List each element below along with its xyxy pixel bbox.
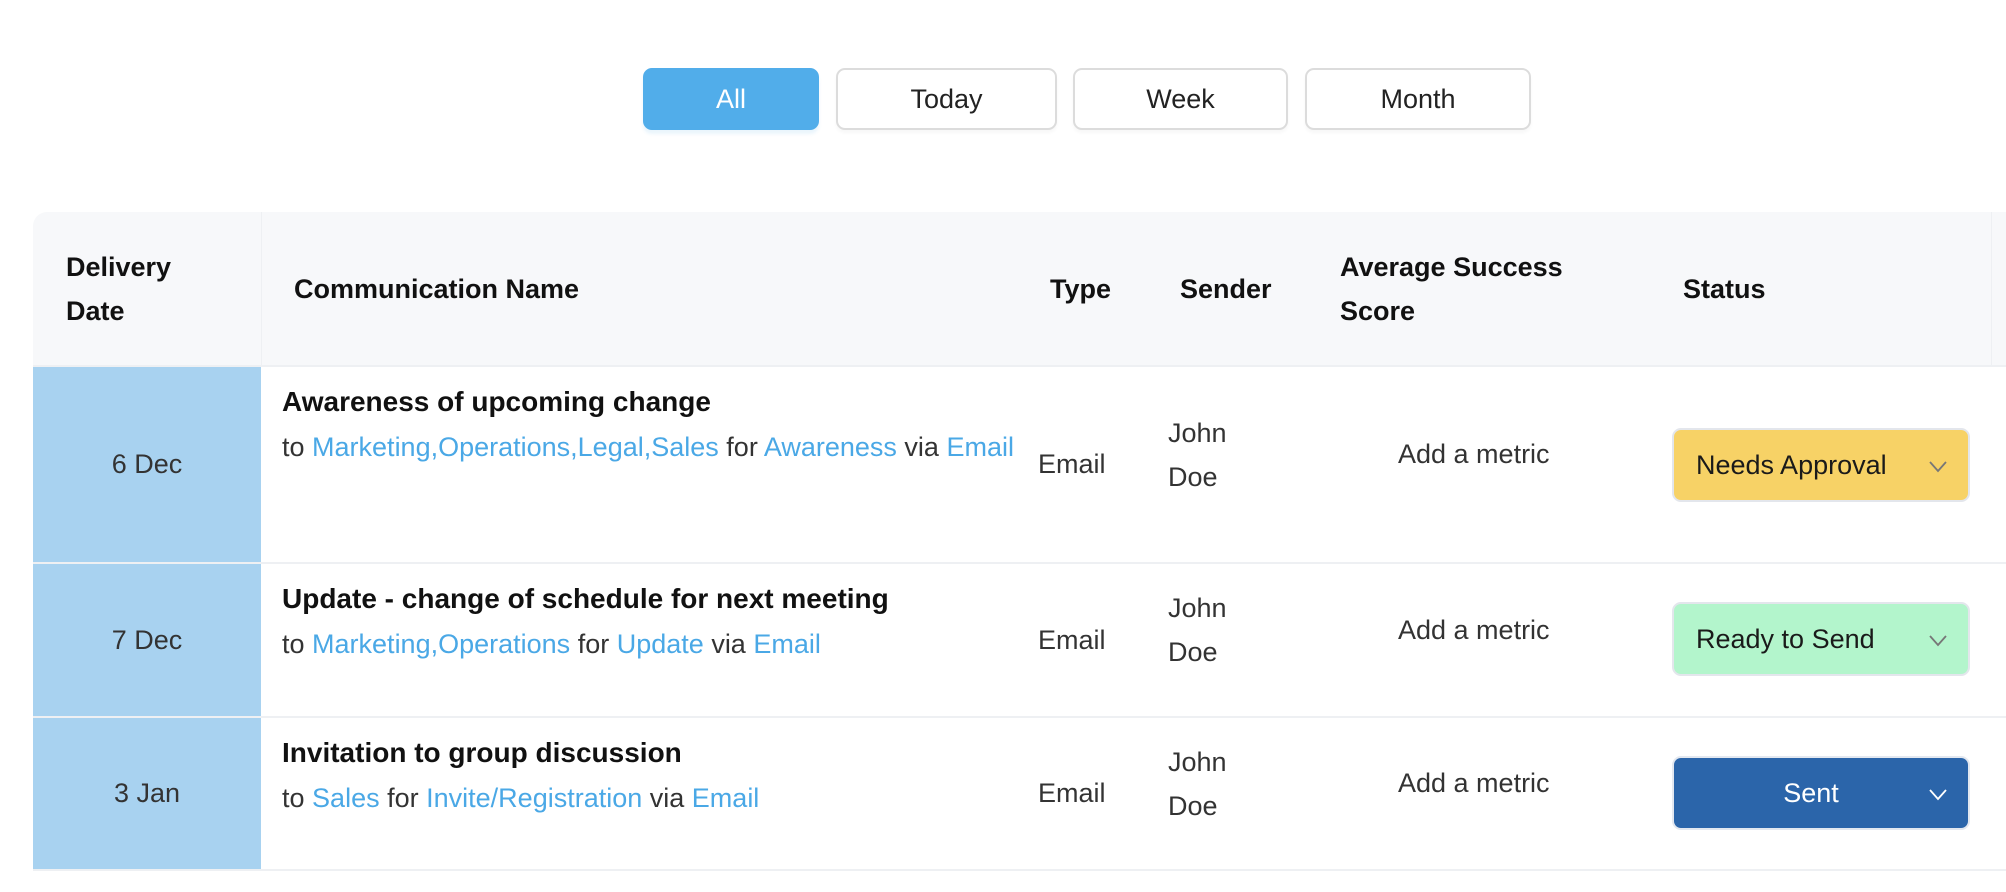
sender-cell: John Doe: [1168, 367, 1248, 562]
for-label: for: [726, 432, 758, 462]
header-status[interactable]: Status: [1683, 212, 1766, 365]
type-cell: Email: [1038, 624, 1106, 655]
communications-table: Delivery Date Communication Name Type Se…: [33, 212, 2006, 871]
channel-link[interactable]: Email: [692, 783, 760, 813]
header-delivery-date[interactable]: Delivery Date: [66, 212, 216, 365]
status-label: Sent: [1783, 777, 1839, 808]
add-metric-link[interactable]: Add a metric: [1398, 768, 1550, 799]
communication-name-cell: Update - change of schedule for next mee…: [282, 576, 1042, 666]
sender-name: John Doe: [1168, 593, 1227, 667]
communication-title[interactable]: Invitation to group discussion: [282, 730, 1042, 776]
purpose-link[interactable]: Update: [617, 629, 704, 659]
table-body: 6 Dec Awareness of upcoming change to Ma…: [33, 367, 2006, 871]
success-score-cell: Add a metric: [1398, 718, 1550, 869]
success-score-cell: Add a metric: [1398, 367, 1550, 562]
recipients-link[interactable]: Marketing,Operations: [312, 629, 570, 659]
status-dropdown[interactable]: Needs Approval: [1672, 428, 1970, 502]
communication-title[interactable]: Awareness of upcoming change: [282, 379, 1042, 425]
delivery-date-cell: 7 Dec: [33, 564, 261, 716]
status-label: Ready to Send: [1696, 623, 1875, 654]
sender-cell: John Doe: [1168, 718, 1248, 869]
for-label: for: [387, 783, 419, 813]
delivery-date-cell: 3 Jan: [33, 718, 261, 869]
for-label: for: [577, 629, 610, 659]
recipients-link[interactable]: Sales: [312, 783, 380, 813]
channel-link[interactable]: Email: [946, 432, 1014, 462]
table-row[interactable]: 3 Jan Invitation to group discussion to …: [33, 718, 2006, 871]
header-sender[interactable]: Sender: [1180, 212, 1272, 365]
to-label: to: [282, 432, 305, 462]
sender-name: John Doe: [1168, 746, 1227, 821]
communication-details: to Sales for Invite/Registration via Ema…: [282, 776, 1042, 820]
header-communication-name[interactable]: Communication Name: [294, 212, 579, 365]
via-label: via: [649, 783, 685, 813]
filter-week-button[interactable]: Week: [1073, 68, 1288, 130]
communication-title[interactable]: Update - change of schedule for next mee…: [282, 576, 1042, 622]
purpose-link[interactable]: Invite/Registration: [426, 783, 642, 813]
to-label: to: [282, 783, 305, 813]
to-label: to: [282, 629, 305, 659]
success-score-cell: Add a metric: [1398, 564, 1550, 716]
table-row[interactable]: 6 Dec Awareness of upcoming change to Ma…: [33, 367, 2006, 564]
chevron-down-icon: [1929, 461, 1947, 473]
communication-name-cell: Awareness of upcoming change to Marketin…: [282, 379, 1042, 469]
status-dropdown[interactable]: Sent: [1672, 756, 1970, 830]
delivery-date-cell: 6 Dec: [33, 367, 261, 562]
status-dropdown[interactable]: Ready to Send: [1672, 602, 1970, 676]
type-cell: Email: [1038, 449, 1106, 479]
communication-name-cell: Invitation to group discussion to Sales …: [282, 730, 1042, 820]
add-metric-link[interactable]: Add a metric: [1398, 615, 1550, 646]
table-row[interactable]: 7 Dec Update - change of schedule for ne…: [33, 564, 2006, 718]
header-type[interactable]: Type: [1050, 212, 1111, 365]
via-label: via: [904, 432, 939, 462]
header-divider: [261, 212, 262, 365]
table-header: Delivery Date Communication Name Type Se…: [33, 212, 2006, 367]
purpose-link[interactable]: Awareness: [764, 432, 897, 462]
add-metric-link[interactable]: Add a metric: [1398, 439, 1550, 470]
communication-details: to Marketing,Operations for Update via E…: [282, 622, 1042, 666]
filter-all-button[interactable]: All: [643, 68, 819, 130]
date-filter-group: All Today Week Month: [0, 68, 2006, 132]
type-cell: Email: [1038, 778, 1106, 808]
filter-month-button[interactable]: Month: [1305, 68, 1531, 130]
header-average-success-score[interactable]: Average Success Score: [1340, 212, 1600, 365]
chevron-down-icon: [1929, 635, 1947, 647]
chevron-down-icon: [1929, 789, 1947, 801]
channel-link[interactable]: Email: [753, 629, 821, 659]
status-label: Needs Approval: [1696, 449, 1887, 480]
communication-details: to Marketing,Operations,Legal,Sales for …: [282, 425, 1042, 469]
sender-name: John Doe: [1168, 417, 1227, 492]
filter-today-button[interactable]: Today: [836, 68, 1057, 130]
recipients-link[interactable]: Marketing,Operations,Legal,Sales: [312, 432, 719, 462]
sender-cell: John Doe: [1168, 564, 1248, 716]
via-label: via: [711, 629, 746, 659]
header-divider: [1991, 212, 1992, 365]
